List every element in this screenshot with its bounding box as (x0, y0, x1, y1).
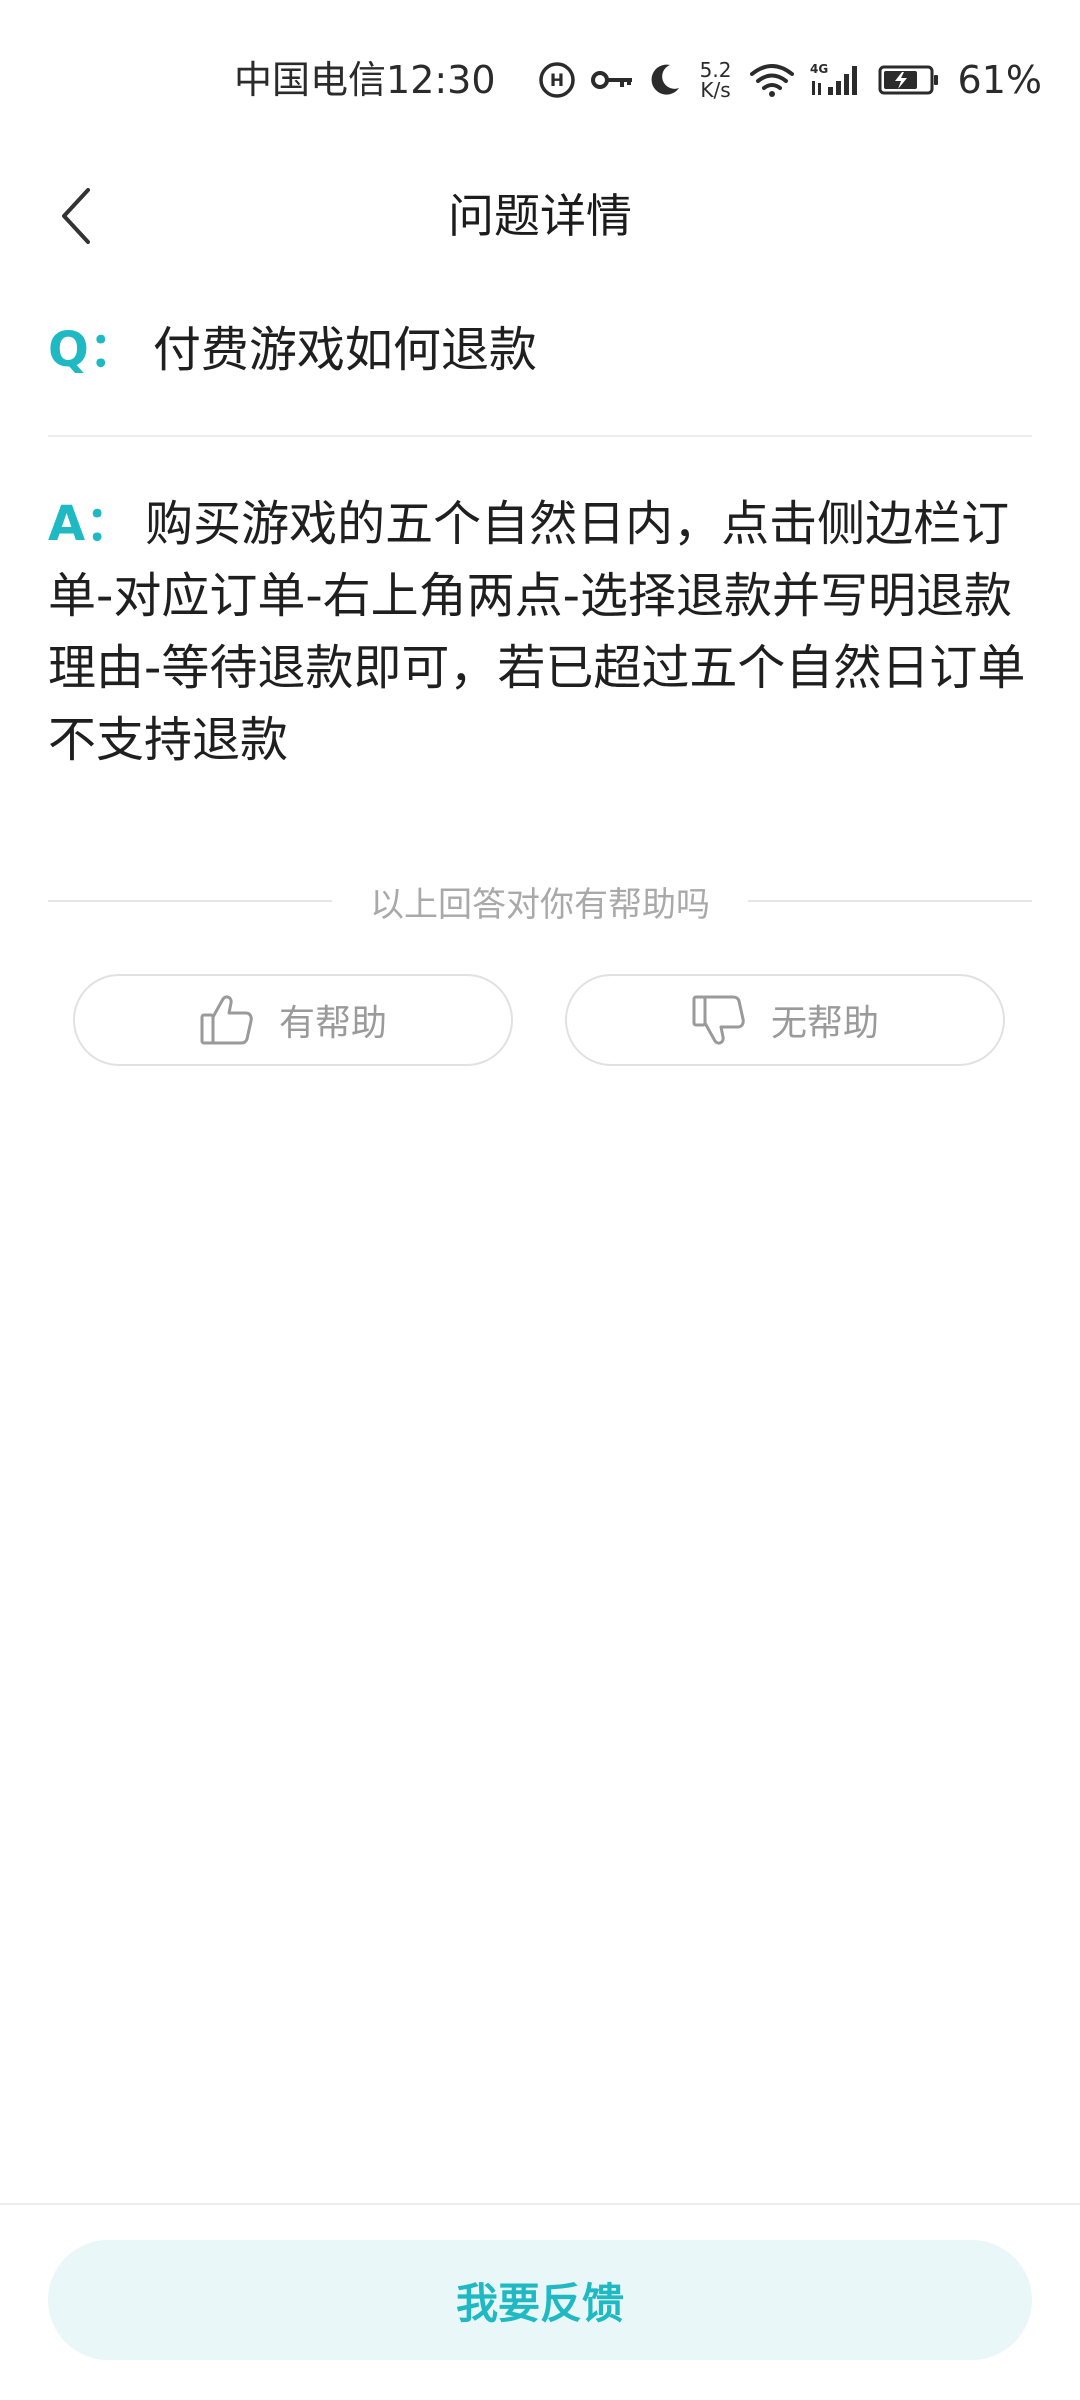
feedback-label: 我要反馈 (455, 2278, 624, 2328)
helpful-prompt-row: 以上回答对你有帮助吗 (48, 874, 1032, 928)
page-title: 问题详情 (448, 189, 632, 243)
cellular-signal-icon: 4G (808, 61, 864, 99)
status-bar: 中国电信12:30 H 5.2 K/s 4G 61% (0, 0, 1080, 160)
wifi-icon (749, 62, 794, 98)
helpful-divider-right (748, 900, 1032, 902)
time: 12:30 (386, 58, 496, 102)
question: Q： 付费游戏如何退款 (48, 310, 1032, 390)
battery-icon (878, 64, 940, 96)
network-type: 4G (810, 62, 828, 76)
helpful-prompt: 以上回答对你有帮助吗 (370, 884, 710, 925)
not-helpful-label: 无帮助 (770, 1003, 879, 1044)
helpful-divider-left (48, 900, 332, 902)
answer-prefix: A： (48, 496, 134, 552)
bottom-divider (0, 2203, 1080, 2205)
battery-percent: 61% (957, 58, 1042, 102)
hd-call-icon: H (538, 61, 576, 99)
helpful-button[interactable]: 有帮助 (73, 974, 513, 1066)
feedback-button[interactable]: 我要反馈 (48, 2240, 1032, 2360)
svg-text:H: H (549, 71, 563, 91)
question-prefix: Q： (48, 322, 137, 378)
question-divider (48, 435, 1032, 437)
thumbs-down-icon (692, 995, 745, 1045)
not-helpful-button[interactable]: 无帮助 (565, 974, 1005, 1066)
question-text: 付费游戏如何退款 (152, 322, 537, 378)
status-right: 中国电信12:30 H 5.2 K/s 4G 61% (234, 56, 1042, 104)
carrier-time: 中国电信12:30 (234, 56, 496, 104)
moon-icon (648, 62, 682, 98)
net-speed: 5.2 K/s (696, 60, 736, 100)
answer: A： 购买游戏的五个自然日内，点击侧边栏订单-对应订单-右上角两点-选择退款并写明… (48, 488, 1032, 776)
header: 问题详情 (0, 160, 1080, 272)
net-speed-unit: K/s (700, 78, 731, 102)
carrier: 中国电信 (234, 58, 387, 102)
net-speed-value: 5.2 (699, 58, 732, 82)
helpful-label: 有帮助 (278, 1003, 387, 1044)
key-icon (590, 65, 634, 95)
thumbs-up-icon (200, 995, 253, 1045)
answer-text: 购买游戏的五个自然日内，点击侧边栏订单-对应订单-右上角两点-选择退款并写明退款… (48, 496, 1026, 768)
